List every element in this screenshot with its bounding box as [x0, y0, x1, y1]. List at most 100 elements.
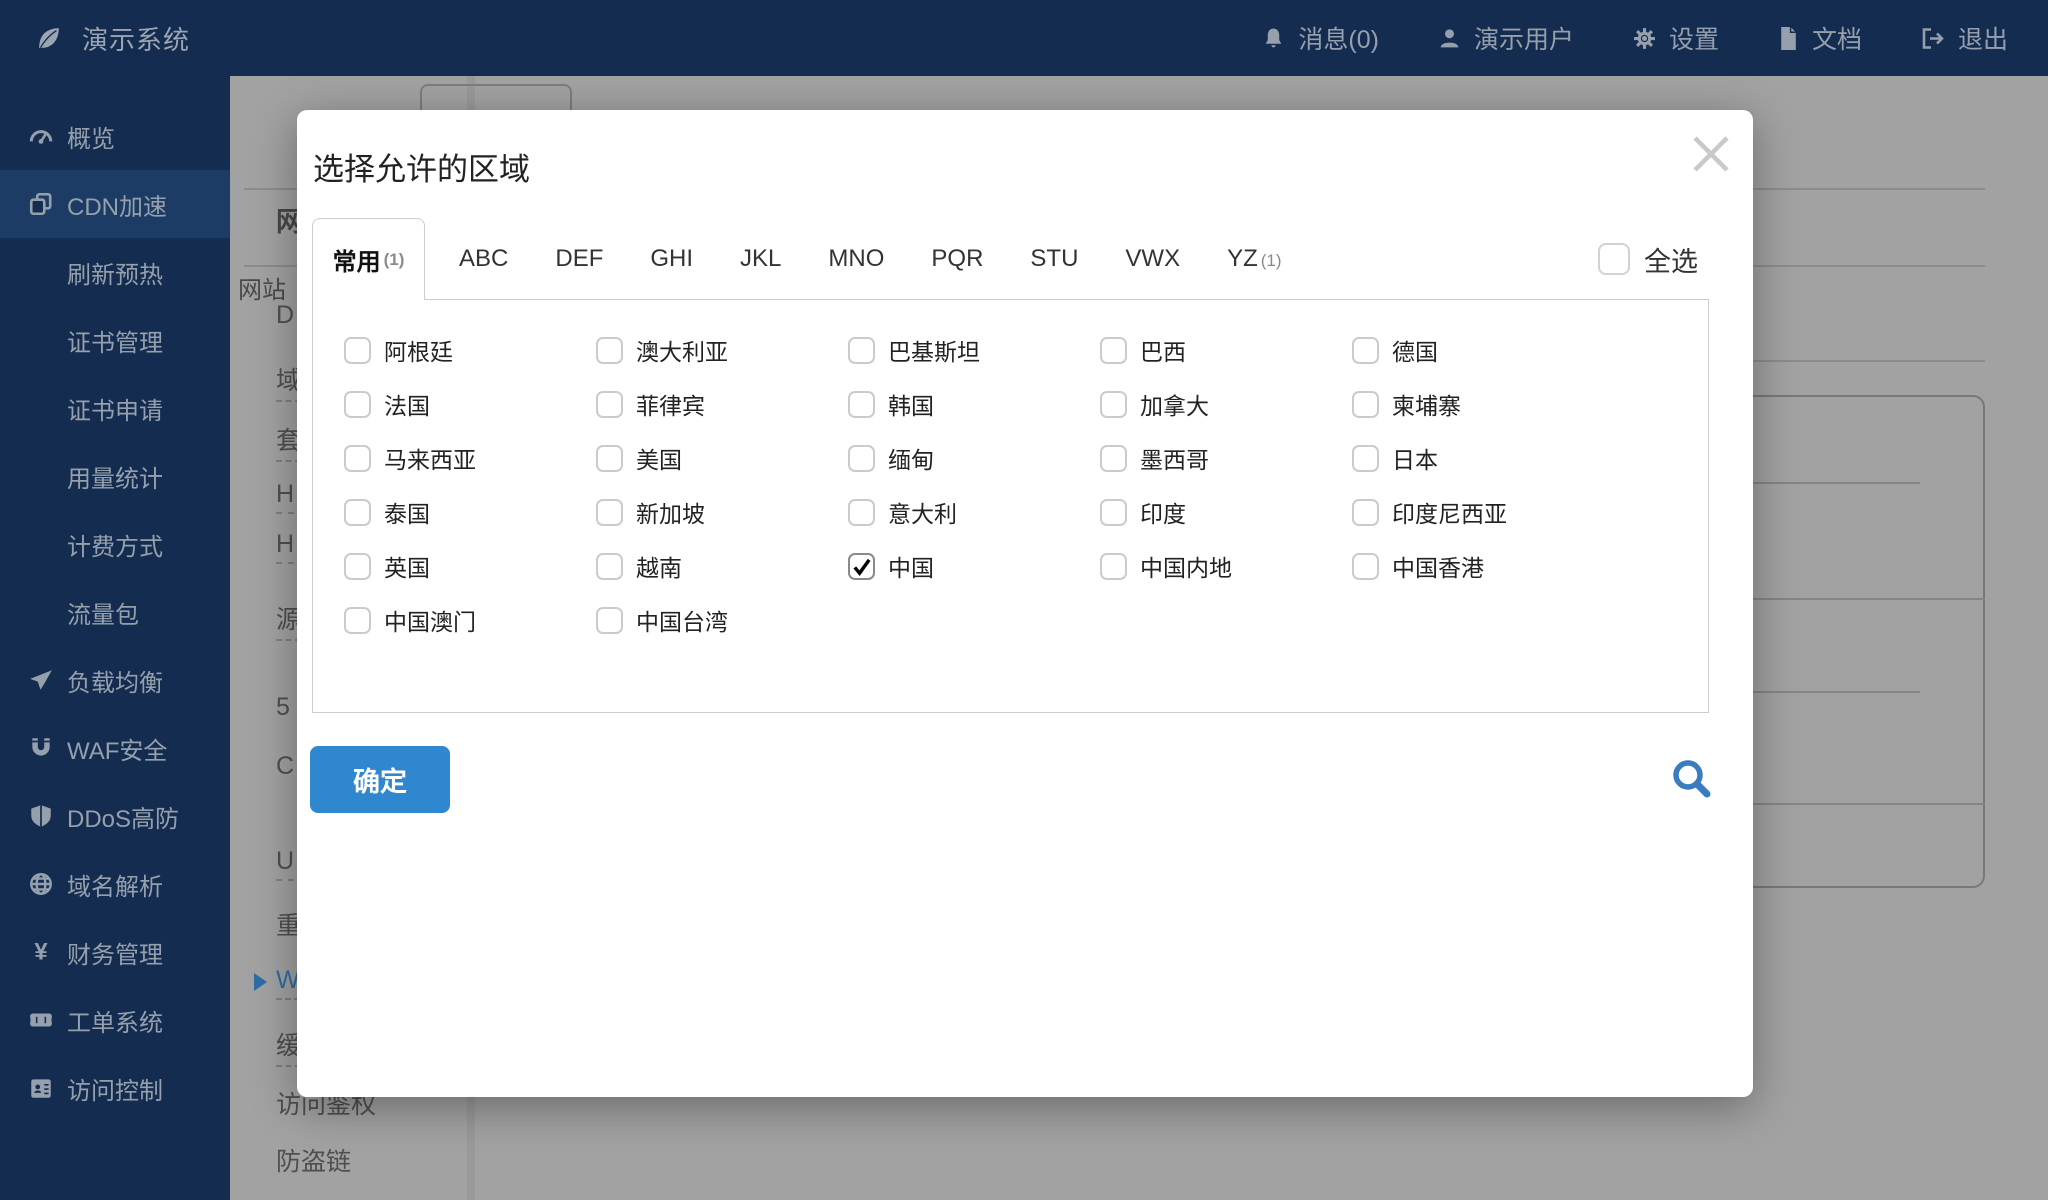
sidebar-item-3[interactable]: 证书管理 [0, 306, 230, 374]
settings-menu-item[interactable]: 防盗链 [276, 1142, 351, 1178]
checkbox-icon[interactable] [1352, 444, 1379, 472]
region-option-巴西[interactable]: 巴西 [1100, 336, 1352, 365]
region-label: 巴西 [1140, 339, 1186, 365]
region-option-中国内地[interactable]: 中国内地 [1100, 552, 1352, 581]
region-option-德国[interactable]: 德国 [1352, 336, 1604, 365]
settings-menu-item[interactable]: 5 [276, 693, 290, 722]
sidebar-item-14[interactable]: 访问控制 [0, 1054, 230, 1122]
region-option-印度[interactable]: 印度 [1100, 498, 1352, 527]
checkbox-icon[interactable] [596, 552, 623, 580]
region-option-中国澳门[interactable]: 中国澳门 [344, 606, 596, 635]
tab-label: PQR [931, 245, 984, 272]
select-all-checkbox[interactable]: 全选 [1598, 240, 1698, 279]
region-option-澳大利亚[interactable]: 澳大利亚 [596, 336, 848, 365]
settings-menu-item[interactable]: H [276, 530, 295, 564]
checkbox-icon[interactable] [596, 444, 623, 472]
nav-item-user[interactable]: 演示用户 [1437, 20, 1574, 56]
checkbox-icon[interactable] [1100, 336, 1127, 364]
region-option-马来西亚[interactable]: 马来西亚 [344, 444, 596, 473]
search-icon[interactable] [1669, 756, 1715, 802]
region-option-英国[interactable]: 英国 [344, 552, 596, 581]
checked-checkbox-icon[interactable] [848, 552, 875, 580]
checkbox-icon[interactable] [1352, 498, 1379, 526]
region-option-日本[interactable]: 日本 [1352, 444, 1604, 473]
sidebar-item-10[interactable]: DDoS高防 [0, 782, 230, 850]
nav-item-logout[interactable]: 退出 [1920, 20, 2008, 56]
checkbox-icon[interactable] [596, 606, 623, 634]
brand[interactable]: 演示系统 [0, 20, 190, 57]
settings-menu-item[interactable]: H [276, 480, 295, 514]
checkbox-icon[interactable] [848, 444, 875, 472]
region-option-法国[interactable]: 法国 [344, 390, 596, 419]
checkbox-icon[interactable] [1352, 552, 1379, 580]
tab-常用[interactable]: 常用 (1) [312, 218, 425, 300]
settings-menu-item[interactable]: C [276, 752, 294, 781]
settings-menu-item[interactable]: U [276, 847, 295, 881]
checkbox-icon[interactable] [1100, 498, 1127, 526]
confirm-button[interactable]: 确定 [310, 746, 450, 813]
tab-STU[interactable]: STU [1030, 245, 1078, 273]
checkbox-icon[interactable] [344, 606, 371, 634]
region-option-中国香港[interactable]: 中国香港 [1352, 552, 1604, 581]
sidebar-item-11[interactable]: 域名解析 [0, 850, 230, 918]
checkbox-icon[interactable] [344, 444, 371, 472]
tab-YZ[interactable]: YZ (1) [1227, 245, 1281, 273]
close-icon[interactable] [1687, 130, 1735, 178]
nav-item-gear[interactable]: 设置 [1632, 20, 1719, 56]
checkbox-icon[interactable] [344, 498, 371, 526]
sidebar-item-7[interactable]: 流量包 [0, 578, 230, 646]
checkbox-icon[interactable] [344, 336, 371, 364]
checkbox-icon[interactable] [596, 498, 623, 526]
sidebar-item-2[interactable]: 刷新预热 [0, 238, 230, 306]
tab-ABC[interactable]: ABC [459, 245, 508, 273]
region-option-阿根廷[interactable]: 阿根廷 [344, 336, 596, 365]
sidebar-item-1[interactable]: CDN加速 [0, 170, 230, 238]
checkbox-icon[interactable] [1100, 444, 1127, 472]
tab-VWX[interactable]: VWX [1125, 245, 1180, 273]
sidebar-item-9[interactable]: WAF安全 [0, 714, 230, 782]
tab-MNO[interactable]: MNO [828, 245, 884, 273]
region-option-意大利[interactable]: 意大利 [848, 498, 1100, 527]
checkbox-icon[interactable] [1352, 390, 1379, 418]
region-option-中国台湾[interactable]: 中国台湾 [596, 606, 848, 635]
checkbox-icon[interactable] [596, 390, 623, 418]
region-option-泰国[interactable]: 泰国 [344, 498, 596, 527]
tab-DEF[interactable]: DEF [555, 245, 603, 273]
checkbox-icon[interactable] [848, 390, 875, 418]
region-option-韩国[interactable]: 韩国 [848, 390, 1100, 419]
tab-PQR[interactable]: PQR [931, 245, 983, 273]
region-option-印度尼西亚[interactable]: 印度尼西亚 [1352, 498, 1604, 527]
sidebar-item-8[interactable]: 负载均衡 [0, 646, 230, 714]
checkbox-icon[interactable] [848, 336, 875, 364]
region-option-新加坡[interactable]: 新加坡 [596, 498, 848, 527]
checkbox-icon[interactable] [596, 336, 623, 364]
sidebar-item-6[interactable]: 计费方式 [0, 510, 230, 578]
region-option-柬埔寨[interactable]: 柬埔寨 [1352, 390, 1604, 419]
settings-menu-item[interactable]: D [276, 301, 294, 330]
region-option-美国[interactable]: 美国 [596, 444, 848, 473]
region-option-缅甸[interactable]: 缅甸 [848, 444, 1100, 473]
region-label: 柬埔寨 [1392, 393, 1461, 419]
checkbox-icon[interactable] [344, 552, 371, 580]
sidebar-item-0[interactable]: 概览 [0, 102, 230, 170]
sidebar-item-12[interactable]: ¥ 财务管理 [0, 918, 230, 986]
checkbox-icon[interactable] [1352, 336, 1379, 364]
region-option-越南[interactable]: 越南 [596, 552, 848, 581]
tab-GHI[interactable]: GHI [650, 245, 693, 273]
checkbox-icon[interactable] [1100, 552, 1127, 580]
sidebar-item-4[interactable]: 证书申请 [0, 374, 230, 442]
sidebar-item-13[interactable]: 工单系统 [0, 986, 230, 1054]
region-option-巴基斯坦[interactable]: 巴基斯坦 [848, 336, 1100, 365]
tab-JKL[interactable]: JKL [740, 245, 781, 273]
checkbox-icon[interactable] [1598, 243, 1630, 275]
sidebar-item-5[interactable]: 用量统计 [0, 442, 230, 510]
checkbox-icon[interactable] [344, 390, 371, 418]
region-option-中国[interactable]: 中国 [848, 552, 1100, 581]
checkbox-icon[interactable] [848, 498, 875, 526]
region-option-加拿大[interactable]: 加拿大 [1100, 390, 1352, 419]
nav-item-bell[interactable]: 消息(0) [1261, 20, 1379, 56]
checkbox-icon[interactable] [1100, 390, 1127, 418]
region-option-墨西哥[interactable]: 墨西哥 [1100, 444, 1352, 473]
nav-item-document[interactable]: 文档 [1777, 20, 1862, 56]
region-option-菲律宾[interactable]: 菲律宾 [596, 390, 848, 419]
